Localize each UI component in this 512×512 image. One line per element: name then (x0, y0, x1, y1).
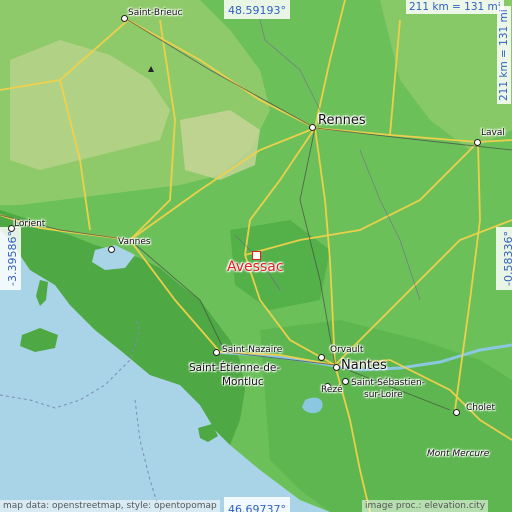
city-label-saint-etienne-1[interactable]: Saint-Étienne-de- (189, 363, 280, 374)
city-label-saint-nazaire[interactable]: Saint-Nazaire (222, 346, 282, 355)
scale-vertical: 211 km = 131 mi (497, 6, 511, 104)
map-view[interactable]: 48.59193° 46.69737° -3.39586° -0.58336° … (0, 0, 512, 512)
attribution-map-data: map data: openstreetmap, style: opentopo… (0, 500, 220, 512)
city-marker-icon (108, 246, 115, 253)
city-label-orvault[interactable]: Orvault (330, 346, 363, 355)
scale-horizontal: 211 km = 131 mi (406, 0, 504, 14)
city-label-rennes[interactable]: Rennes (318, 114, 366, 127)
coord-south-box: 46.69737° (224, 497, 290, 512)
coord-north-box: 48.59193° (224, 0, 290, 19)
city-marker-icon (213, 349, 220, 356)
coord-west-box: -3.39586° (0, 227, 21, 290)
coord-west: -3.39586° (6, 231, 19, 286)
city-marker-icon (309, 124, 316, 131)
island-quiberon (36, 280, 48, 306)
city-label-saint-etienne-2[interactable]: Montluc (222, 377, 264, 388)
attribution-image-proc: image proc.: elevation.city (362, 500, 489, 512)
city-label-reze[interactable]: Rezé (321, 386, 343, 395)
city-label-saint-sebastien-2[interactable]: sur-Loire (364, 391, 403, 400)
city-label-saint-sebastien-1[interactable]: Saint-Sébastien- (351, 379, 425, 388)
place-label-mont-mercure[interactable]: Mont Mercure (427, 450, 489, 459)
city-marker-icon (453, 409, 460, 416)
maritime-boundary-2 (134, 399, 161, 512)
city-marker-icon (333, 364, 340, 371)
coord-east-box: -0.58336° (496, 227, 512, 290)
city-label-saint-brieuc[interactable]: Saint-Brieuc (128, 9, 182, 18)
city-marker-icon (318, 354, 325, 361)
place-label-avessac[interactable]: Avessac (227, 260, 284, 274)
city-marker-icon (342, 378, 349, 385)
city-label-lorient[interactable]: Lorient (14, 220, 45, 229)
coord-north: 48.59193° (228, 4, 286, 17)
city-marker-icon (474, 139, 481, 146)
city-label-laval[interactable]: Laval (481, 129, 505, 138)
city-label-nantes[interactable]: Nantes (341, 359, 387, 372)
city-marker-icon (121, 15, 128, 22)
city-label-vannes[interactable]: Vannes (118, 238, 151, 247)
coord-east: -0.58336° (502, 231, 512, 286)
city-label-cholet[interactable]: Cholet (466, 404, 495, 413)
island-belle-ile (20, 328, 58, 352)
coord-south: 46.69737° (228, 503, 286, 512)
